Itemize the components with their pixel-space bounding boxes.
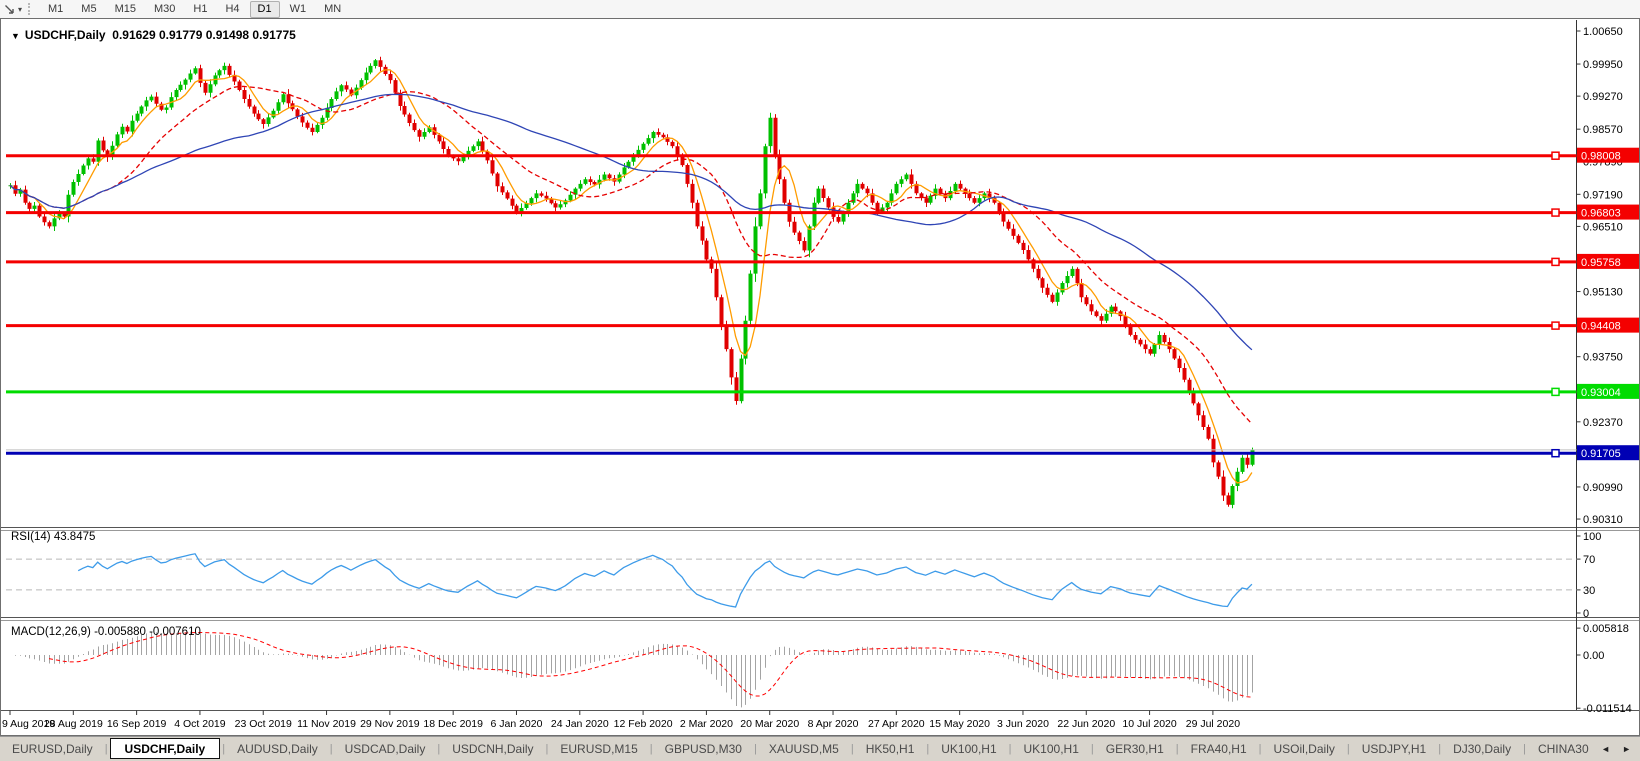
x-axis-tick-label: 20 Mar 2020 — [740, 718, 799, 730]
line-handle-marker[interactable] — [1551, 321, 1560, 330]
chart-title[interactable]: ▼ USDCHF,Daily 0.91629 0.91779 0.91498 0.… — [11, 28, 296, 42]
chart-tab-fra40-h1[interactable]: FRA40,H1 — [1179, 737, 1259, 761]
rsi-indicator-label: RSI(14) 43.8475 — [11, 531, 96, 543]
macd-axis-tick-label: 0.005818 — [1583, 623, 1629, 635]
x-axis-tick-label: 11 Nov 2019 — [297, 718, 356, 730]
y-axis-tick-label: 0.99270 — [1583, 91, 1623, 103]
chart-tab-gbpusd-m30[interactable]: GBPUSD,M30 — [653, 737, 754, 761]
y-axis-tick-label: 0.96510 — [1583, 221, 1623, 233]
x-axis-tick-label: 27 Apr 2020 — [868, 718, 925, 730]
x-axis-tick-label: 24 Jan 2020 — [551, 718, 609, 730]
chart-tab-usdcad-daily[interactable]: USDCAD,Daily — [333, 737, 438, 761]
y-axis-tick-label: 0.98570 — [1583, 124, 1623, 136]
line-handle-marker[interactable] — [1551, 208, 1560, 217]
macd-axis-tick-label: -0.011514 — [1583, 703, 1632, 715]
tab-scroll-right-icon[interactable]: ► — [1622, 744, 1631, 754]
price-line-label: 0.95758 — [1581, 257, 1621, 269]
x-axis-tick-label: 6 Jan 2020 — [490, 718, 542, 730]
chart-tab-dj30-daily[interactable]: DJ30,Daily — [1441, 737, 1523, 761]
x-axis-tick-label: 16 Sep 2019 — [107, 718, 167, 730]
timeframe-button-w1[interactable]: W1 — [282, 1, 315, 18]
tab-scroll-left-icon[interactable]: ◄ — [1601, 744, 1610, 754]
tab-separator: | — [104, 743, 108, 755]
chart-frame — [0, 18, 1640, 736]
trading-app-window: ▾ M1 M5 M15 M30 H1 H4 D1 W1 MN 1.00650 0.99950 0.9… — [0, 0, 1640, 761]
price-line-label: 0.96803 — [1581, 208, 1621, 220]
line-handle-marker[interactable] — [1551, 257, 1560, 267]
chart-title-ohlc: 0.91629 0.91779 0.91498 0.91775 — [112, 28, 296, 42]
timeframe-button-m1[interactable]: M1 — [40, 1, 71, 18]
x-axis-tick-label: 29 Jul 2020 — [1186, 718, 1240, 730]
macd-indicator-label: MACD(12,26,9) -0.005880 -0.007610 — [11, 626, 201, 638]
rsi-axis-tick-label: 30 — [1583, 585, 1595, 597]
rsi-axis-tick-label: 100 — [1583, 531, 1601, 543]
line-handle-marker[interactable] — [1551, 448, 1560, 458]
rsi-axis-tick-label: 70 — [1583, 554, 1595, 566]
chart-tab-bar: EURUSD,Daily | USDCHF,Daily | AUDUSD,Daily | U… — [0, 736, 1640, 761]
timeframe-button-m30[interactable]: M30 — [146, 1, 183, 18]
x-axis-tick-label: 4 Oct 2019 — [174, 718, 226, 730]
x-axis-tick-label: 22 Jun 2020 — [1057, 718, 1115, 730]
chart-tab-eurusd-daily[interactable]: EURUSD,Daily — [0, 737, 105, 761]
x-axis-tick-label: 18 Dec 2019 — [423, 718, 483, 730]
timeframe-button-h1[interactable]: H1 — [185, 1, 215, 18]
x-axis-tick-label: 10 Jul 2020 — [1122, 718, 1176, 730]
chart-title-caret-icon[interactable]: ▼ — [11, 31, 20, 41]
y-axis-tick-label: 1.00650 — [1583, 26, 1623, 38]
timeframe-button-mn[interactable]: MN — [316, 1, 349, 18]
chart-tab-usdchf-daily[interactable]: USDCHF,Daily — [109, 738, 221, 759]
x-axis-tick-label: 3 Jun 2020 — [997, 718, 1049, 730]
chart-tab-usdjpy-h1[interactable]: USDJPY,H1 — [1350, 737, 1438, 761]
toolbar-dropdown-caret-icon[interactable]: ▾ — [18, 5, 22, 14]
y-axis-tick-label: 0.92370 — [1583, 417, 1623, 429]
timeframe-button-m5[interactable]: M5 — [73, 1, 104, 18]
x-axis-tick-label: 23 Oct 2019 — [235, 718, 292, 730]
x-axis-tick-label: 28 Aug 2019 — [44, 718, 103, 730]
chart-tab-audusd-daily[interactable]: AUDUSD,Daily — [225, 737, 330, 761]
x-axis-tick-label: 12 Feb 2020 — [614, 718, 673, 730]
price-line-label: 0.94408 — [1581, 321, 1621, 333]
x-axis-tick-label: 29 Nov 2019 — [360, 718, 420, 730]
y-axis-tick-label: 0.90310 — [1583, 514, 1623, 526]
y-axis-tick-label: 0.93750 — [1583, 352, 1623, 364]
chart-title-symbol: USDCHF,Daily — [24, 28, 106, 42]
toolbar-grip-handle[interactable] — [28, 3, 33, 15]
x-axis-tick-label: 15 May 2020 — [929, 718, 990, 730]
cursor-tool-icon[interactable] — [0, 1, 18, 17]
line-handle-marker[interactable] — [1551, 387, 1560, 397]
macd-axis-tick-label: 0.00 — [1583, 650, 1604, 662]
timeframe-button-m15[interactable]: M15 — [107, 1, 144, 18]
price-line-label: 0.91705 — [1581, 448, 1621, 460]
chart-tab-uk100-h1[interactable]: UK100,H1 — [1012, 737, 1091, 761]
line-handle-marker[interactable] — [1551, 151, 1560, 160]
tab-scroll-arrows: ◄ ► — [1589, 737, 1640, 760]
price-line-label: 0.93004 — [1581, 387, 1621, 399]
x-axis-tick-label: 8 Apr 2020 — [808, 718, 859, 730]
timeframe-button-d1[interactable]: D1 — [249, 0, 280, 18]
timeframe-button-h4[interactable]: H4 — [217, 1, 247, 18]
chart-tab-usoil-daily[interactable]: USOil,Daily — [1262, 737, 1347, 761]
y-axis-tick-label: 0.95130 — [1583, 287, 1623, 299]
chart-tab-ger30-h1[interactable]: GER30,H1 — [1094, 737, 1176, 761]
chart-tab-eurusd-m15[interactable]: EURUSD,M15 — [548, 737, 649, 761]
chart-tab-usdcnh-daily[interactable]: USDCNH,Daily — [440, 737, 545, 761]
y-axis-tick-label: 0.97190 — [1583, 189, 1623, 201]
chart-tab-xauusd-m5[interactable]: XAUUSD,M5 — [757, 737, 851, 761]
chart-tab-uk100-h1[interactable]: UK100,H1 — [929, 737, 1008, 761]
y-axis-tick-label: 0.90990 — [1583, 482, 1623, 494]
x-axis-tick-label: 2 Mar 2020 — [680, 718, 733, 730]
price-line-label: 0.98008 — [1581, 151, 1621, 163]
chart-tab-hk50-h1[interactable]: HK50,H1 — [854, 737, 927, 761]
timeframe-toolbar: ▾ M1 M5 M15 M30 H1 H4 D1 W1 MN — [0, 0, 1640, 19]
y-axis-tick-label: 0.99950 — [1583, 59, 1623, 71]
chart-canvas[interactable]: 1.006500.999500.992700.985700.978900.971… — [0, 18, 1640, 736]
rsi-axis-tick-label: 0 — [1583, 608, 1589, 620]
